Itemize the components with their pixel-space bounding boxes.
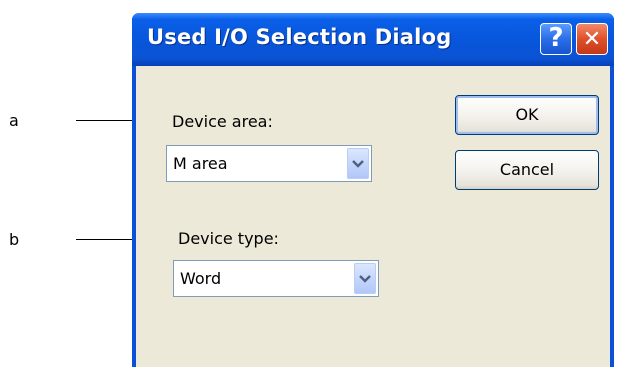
close-button[interactable]: ✕ [576, 23, 608, 55]
chevron-down-icon [352, 160, 364, 168]
device-area-value: M area [173, 154, 228, 173]
annotation-label-a: a [9, 111, 19, 130]
device-type-value: Word [180, 269, 222, 288]
help-icon: ? [548, 23, 564, 53]
chevron-down-icon [359, 275, 371, 283]
device-area-label: Device area: [172, 112, 273, 131]
ok-button[interactable]: OK [455, 95, 599, 135]
title-bar[interactable]: Used I/O Selection Dialog ? ✕ [132, 13, 614, 66]
used-io-selection-dialog: Used I/O Selection Dialog ? ✕ Device are… [132, 13, 614, 367]
dialog-client-area: Device area: M area Device type: Word OK… [136, 66, 610, 367]
device-type-combobox[interactable]: Word [173, 260, 379, 297]
close-icon: ✕ [582, 27, 602, 52]
device-type-dropdown-button[interactable] [354, 263, 376, 294]
device-area-dropdown-button[interactable] [347, 148, 369, 179]
help-button[interactable]: ? [540, 23, 572, 55]
device-area-combobox[interactable]: M area [166, 145, 372, 182]
device-type-label: Device type: [178, 229, 279, 248]
dialog-title: Used I/O Selection Dialog [147, 25, 452, 49]
annotation-label-b: b [9, 230, 20, 249]
cancel-button[interactable]: Cancel [455, 150, 599, 190]
